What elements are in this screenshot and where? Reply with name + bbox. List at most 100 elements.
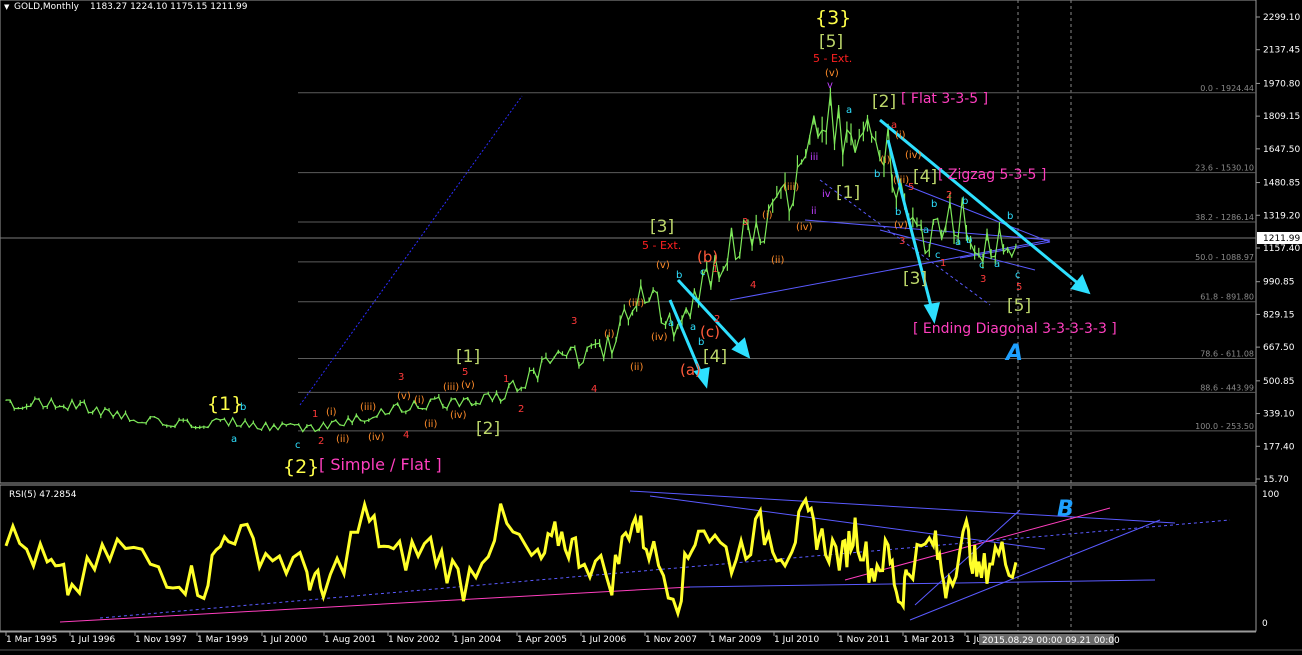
wave-marker: (i) — [604, 329, 615, 340]
ohlc-readout: 1183.27 1224.10 1175.15 1211.99 — [90, 2, 248, 12]
wave-marker: 5 — [908, 182, 914, 193]
wave-marker: b — [240, 402, 246, 413]
date-tick-label: 1 Jul 2006 — [581, 635, 626, 645]
wave-marker: b — [966, 235, 972, 246]
date-tick-label: 1 Nov 2002 — [388, 635, 440, 645]
symbol-title: GOLD,Monthly — [14, 2, 80, 12]
wave-marker: b — [676, 270, 682, 281]
wave-marker: b — [895, 207, 901, 218]
wave-marker: (iii) — [628, 298, 644, 309]
wave-marker: (iii) — [783, 182, 799, 193]
rsi-title: RSI(5) 47.2854 — [9, 490, 77, 500]
date-tick-label: 1 Jul 2010 — [774, 635, 819, 645]
wave-3-intermediate: [3] — [650, 217, 674, 237]
wave-2-major: {2} — [283, 456, 319, 478]
wave-5-minor-top: [5] — [819, 32, 843, 52]
date-tick-label: 1 Mar 1999 — [197, 635, 249, 645]
wave-marker: 4 — [403, 430, 409, 441]
wave-marker: 3 — [742, 217, 748, 228]
current-price-value: 1211.99 — [1263, 234, 1300, 244]
wave-marker-large: (b) — [697, 248, 718, 266]
price-tick-label: 1480.85 — [1263, 179, 1300, 189]
wave-marker: a — [846, 105, 852, 116]
label-5-ext-top: 5 - Ext. — [813, 52, 852, 65]
date-tick-label: 1 Mar 2013 — [903, 635, 954, 645]
wave-marker: c — [700, 267, 706, 278]
wave-marker: 1 — [503, 374, 509, 385]
fibo-level-label: 78.6 - 611.08 — [1200, 350, 1254, 359]
wave-marker: (v) — [656, 260, 670, 271]
price-tick-label: 2299.10 — [1263, 13, 1300, 23]
wave-marker: (iii) — [893, 175, 909, 186]
wave-A-label: A — [1004, 341, 1023, 366]
wave-1-intermediate: [1] — [456, 347, 480, 367]
wave-4-minor: [4] — [913, 167, 937, 187]
chart-canvas: ▼ GOLD,Monthly 1183.27 1224.10 1175.15 1… — [0, 0, 1302, 651]
wave-marker: (i) — [414, 395, 425, 406]
wave-marker-large: (a) — [680, 361, 701, 379]
wave-marker: c — [979, 260, 985, 271]
price-axis: 2299.10 2137.45 1970.80 1809.15 1647.50 1480.… — [1256, 13, 1300, 485]
wave-marker: 1 — [312, 409, 318, 420]
wave-marker: (ii) — [771, 255, 784, 266]
price-tick-label: 1809.15 — [1263, 112, 1300, 122]
wave-marker: 3 — [980, 274, 986, 285]
wave-marker: (iii) — [360, 402, 376, 413]
fibo-level-label: 0.0 - 1924.44 — [1200, 84, 1254, 93]
wave-marker: (iv) — [905, 150, 922, 161]
wave-marker: (iv) — [651, 332, 668, 343]
wave-marker: a — [690, 322, 696, 333]
fibo-level-label: 23.6 - 1530.10 — [1195, 164, 1254, 173]
date-tick-label: 1 Jan 2004 — [453, 635, 501, 645]
wave-marker: b — [1007, 211, 1013, 222]
price-tick-label: 1647.50 — [1263, 145, 1300, 155]
label-simple-flat: [ Simple / Flat ] — [319, 455, 442, 474]
wave-1-minor: [1] — [836, 183, 860, 203]
wave-marker: a — [955, 237, 961, 248]
wave-marker: v — [827, 80, 833, 91]
wave-5-minor: [5] — [1007, 296, 1031, 316]
wave-marker: (iv) — [450, 410, 467, 421]
wave-marker: (ii) — [336, 434, 349, 445]
wave-2-minor: [2] — [872, 92, 896, 112]
symbol-arrow-icon[interactable]: ▼ — [4, 3, 10, 11]
label-flat-335: [ Flat 3-3-5 ] — [901, 91, 988, 107]
wave-marker: (i) — [880, 155, 891, 166]
fibo-level-label: 100.0 - 253.50 — [1195, 422, 1254, 431]
wave-3-minor: [3] — [903, 269, 927, 289]
fibo-level-label: 61.8 - 891.80 — [1200, 293, 1254, 302]
wave-marker: 3 — [571, 316, 577, 327]
wave-3-major: {3} — [815, 7, 851, 29]
wave-2-intermediate: [2] — [476, 419, 500, 439]
wave-1-major: {1} — [207, 393, 243, 415]
wave-marker: iii — [810, 152, 818, 163]
label-5-ext-mid: 5 - Ext. — [642, 239, 681, 252]
rsi-axis-100: 100 — [1262, 490, 1279, 500]
wave-marker: iv — [822, 189, 831, 200]
price-tick-label: 1970.80 — [1263, 79, 1300, 89]
date-tick-label: 1 Nov 2007 — [645, 635, 697, 645]
price-tick-label: 1319.20 — [1263, 211, 1300, 221]
price-tick-label: 339.10 — [1263, 410, 1295, 420]
wave-marker: (v) — [825, 68, 839, 79]
wave-marker: (ii) — [630, 362, 643, 373]
wave-marker: a — [231, 434, 237, 445]
wave-marker: (iii) — [443, 382, 459, 393]
wave-marker: 2 — [946, 190, 952, 201]
date-tick-label: 1 Jul 1996 — [70, 635, 115, 645]
wave-marker: (i) — [762, 210, 773, 221]
wave-marker: a — [668, 318, 674, 329]
price-tick-label: 667.50 — [1263, 343, 1295, 353]
wave-4-intermediate: [4] — [703, 347, 727, 367]
price-tick-label: 1157.40 — [1263, 244, 1300, 254]
wave-marker: b — [931, 199, 937, 210]
wave-marker-large: (c) — [700, 323, 720, 341]
fibo-level-label: 88.6 - 443.99 — [1200, 383, 1254, 392]
wave-marker: a — [994, 259, 1000, 270]
wave-marker: a — [923, 225, 929, 236]
time-readout: 2015.08.29 00:00 09.21 00:00 — [982, 636, 1120, 646]
wave-marker: 3 — [398, 372, 404, 383]
fibo-level-label: 50.0 - 1088.97 — [1195, 253, 1254, 262]
wave-marker: 2 — [518, 404, 524, 415]
price-tick-label: 829.15 — [1263, 310, 1295, 320]
